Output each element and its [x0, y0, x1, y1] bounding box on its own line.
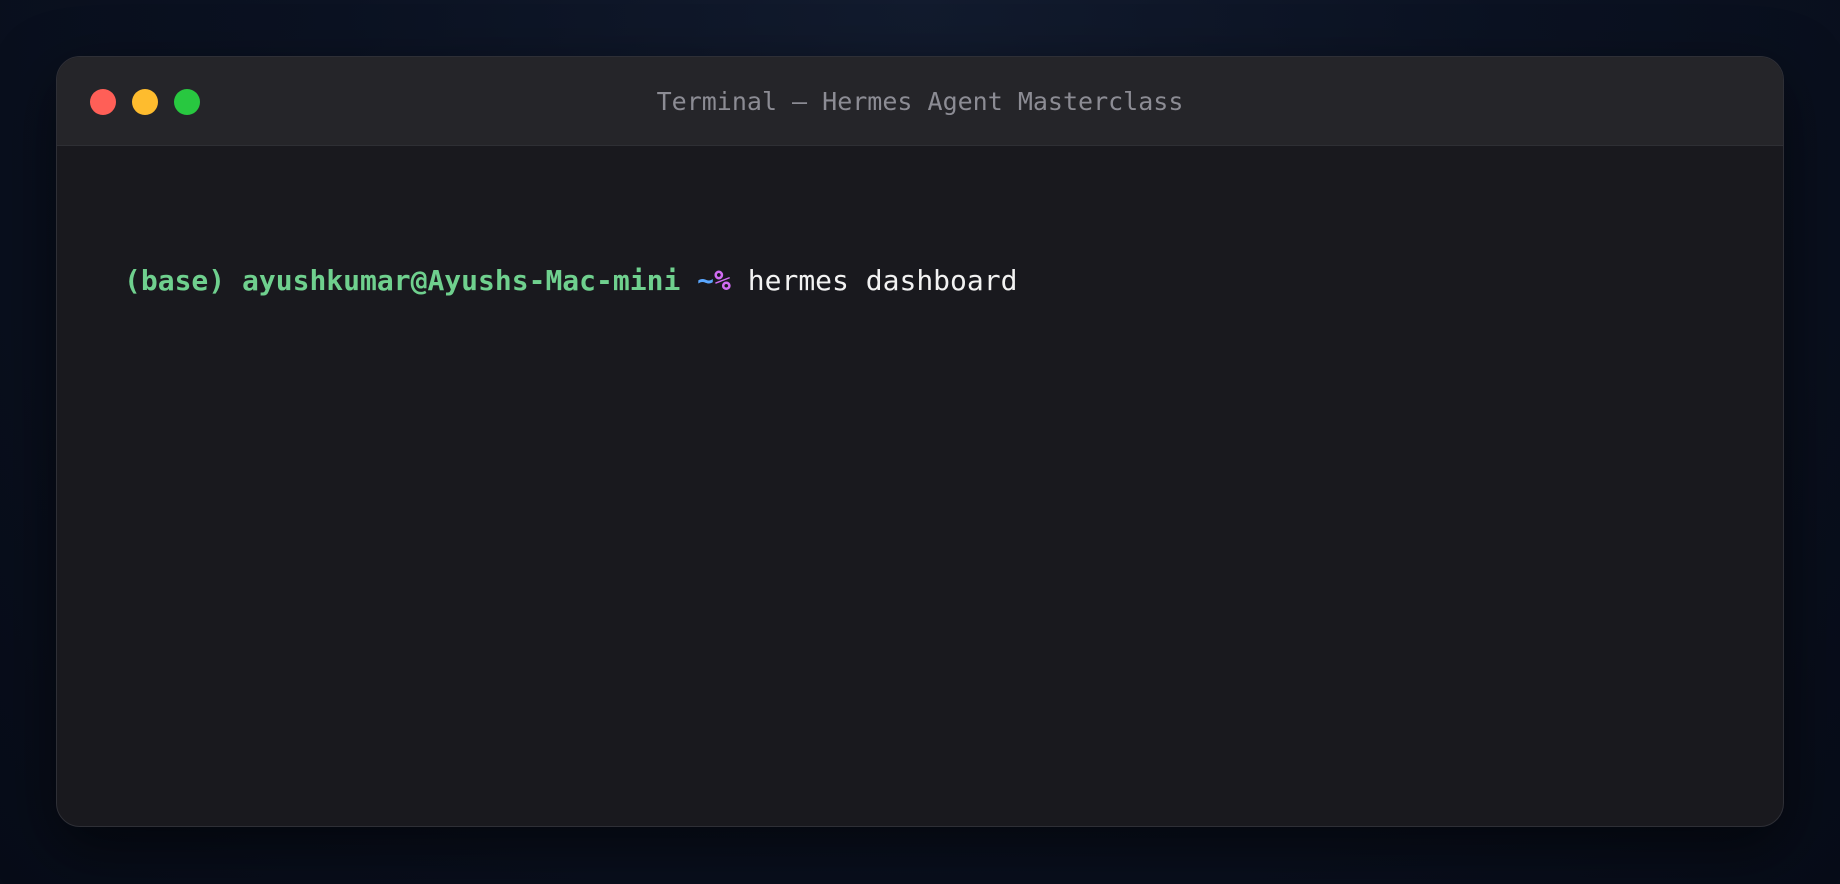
prompt-user-host: ayushkumar@Ayushs-Mac-mini — [242, 264, 681, 297]
window-titlebar[interactable]: Terminal — Hermes Agent Masterclass — [57, 57, 1783, 146]
terminal-window: Terminal — Hermes Agent Masterclass (bas… — [56, 56, 1784, 827]
prompt-env: (base) — [124, 264, 226, 297]
terminal-body[interactable]: (base) ayushkumar@Ayushs-Mac-mini ~% her… — [57, 146, 1783, 826]
command-input[interactable]: hermes dashboard — [748, 264, 1018, 298]
prompt-line: (base) ayushkumar@Ayushs-Mac-mini ~% her… — [124, 264, 1017, 298]
window-title: Terminal — Hermes Agent Masterclass — [656, 87, 1184, 116]
prompt-cwd: ~ — [697, 264, 715, 297]
prompt-symbol: % — [714, 264, 731, 297]
